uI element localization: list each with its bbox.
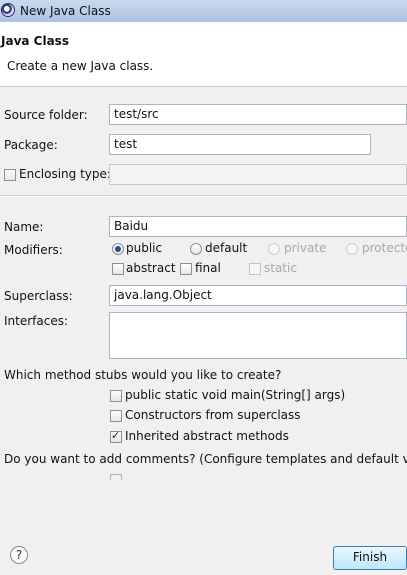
wizard-title: Java Class xyxy=(1,34,69,48)
modifier-default-label: default xyxy=(205,241,248,255)
main-method-label: public static void main(String[] args) xyxy=(125,388,346,402)
constructors-label: Constructors from superclass xyxy=(125,408,301,422)
enclosing-type-checkbox[interactable] xyxy=(4,169,16,181)
finish-button[interactable]: Finish xyxy=(333,546,407,570)
modifier-abstract-checkbox[interactable] xyxy=(112,263,124,275)
modifier-abstract-label: abstract xyxy=(126,261,176,275)
separator xyxy=(0,195,407,197)
modifier-private-radio[interactable] xyxy=(268,243,280,255)
wizard-banner: Java Class Create a new Java class. xyxy=(0,22,407,87)
comments-question: Do you want to add comments? (Configure … xyxy=(4,452,407,466)
wizard-description: Create a new Java class. xyxy=(7,59,154,73)
modifier-private-label: private xyxy=(284,241,327,255)
method-stubs-question: Which method stubs would you like to cre… xyxy=(4,368,282,382)
modifier-static-label: static xyxy=(264,261,297,275)
inherited-methods-label: Inherited abstract methods xyxy=(125,429,289,443)
source-folder-field[interactable]: test/src xyxy=(109,104,407,125)
inherited-methods-checkbox[interactable] xyxy=(110,429,122,443)
eclipse-icon xyxy=(1,3,15,17)
interfaces-list[interactable] xyxy=(109,312,407,359)
modifiers-label: Modifiers: xyxy=(4,243,63,257)
superclass-label: Superclass: xyxy=(4,289,73,303)
modifier-public-radio[interactable] xyxy=(112,243,124,255)
modifier-protected-label: protecte xyxy=(362,241,407,255)
package-field[interactable]: test xyxy=(109,134,371,155)
modifier-protected-radio[interactable] xyxy=(346,243,358,255)
class-name-field[interactable]: Baidu xyxy=(109,216,407,237)
modifier-static-checkbox[interactable] xyxy=(249,263,261,275)
modifier-default-radio[interactable] xyxy=(190,243,202,255)
source-folder-label: Source folder: xyxy=(4,108,88,122)
generate-comments-row-partial xyxy=(110,474,290,480)
window-title: New Java Class xyxy=(20,4,111,18)
main-method-checkbox[interactable] xyxy=(110,390,122,402)
window-title-bar: New Java Class xyxy=(0,0,407,22)
superclass-field[interactable]: java.lang.Object xyxy=(109,285,407,306)
constructors-checkbox[interactable] xyxy=(110,410,122,422)
modifier-public-label: public xyxy=(126,241,163,255)
enclosing-type-label: Enclosing type: xyxy=(19,167,111,181)
modifier-final-checkbox[interactable] xyxy=(180,263,192,275)
generate-comments-checkbox[interactable] xyxy=(110,474,122,480)
interfaces-label: Interfaces: xyxy=(4,314,69,328)
modifier-final-label: final xyxy=(195,261,221,275)
enclosing-type-field[interactable] xyxy=(109,164,407,185)
package-label: Package: xyxy=(4,138,58,152)
help-icon[interactable]: ? xyxy=(10,546,28,564)
comments-question-text: Do you want to add comments? (Configure … xyxy=(4,452,407,466)
name-label: Name: xyxy=(4,220,44,234)
